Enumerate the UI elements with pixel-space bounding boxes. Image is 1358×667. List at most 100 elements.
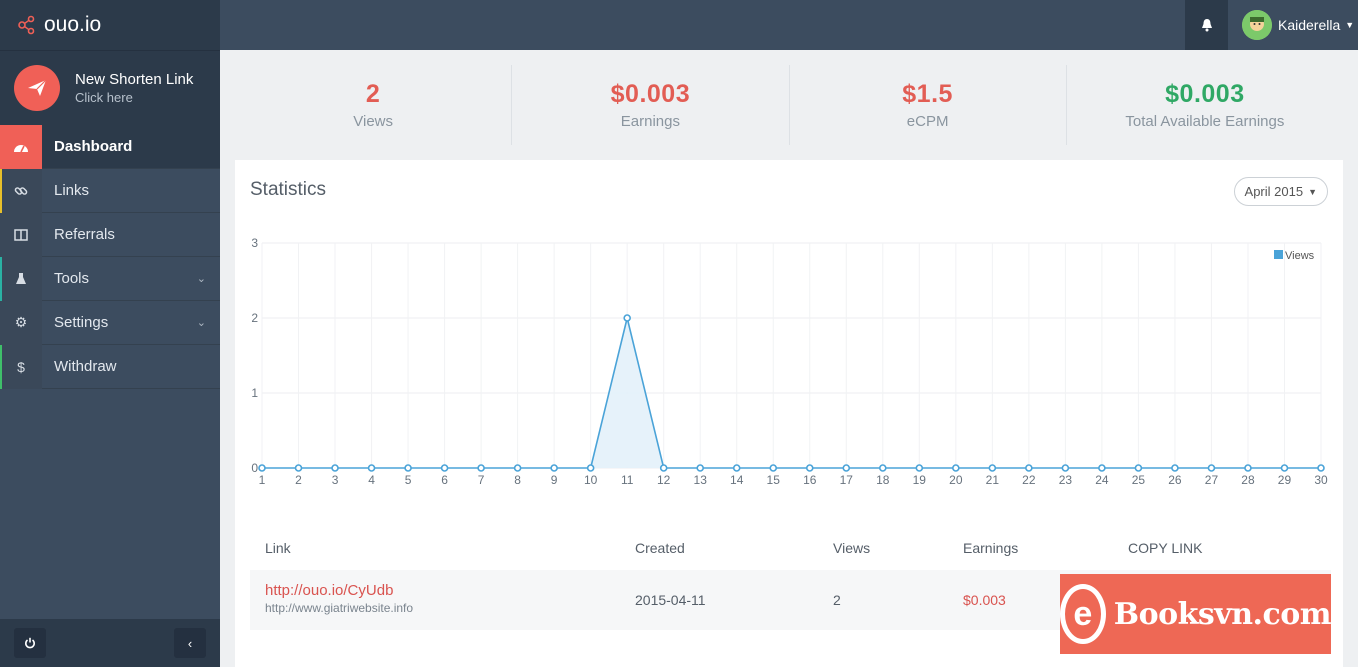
avatar [1242, 10, 1272, 40]
x-tick-label: 5 [405, 473, 412, 487]
views-point [331, 464, 339, 472]
user-menu[interactable]: Kaiderella ▼ [1242, 10, 1354, 40]
views-point [1134, 464, 1143, 472]
paper-plane-icon [14, 65, 60, 111]
legend-label: Views [1285, 250, 1315, 262]
new-shorten-link-button[interactable]: New Shorten Link Click here [0, 50, 220, 125]
y-tick-label: 1 [251, 386, 258, 400]
stats-row: 2 Views $0.003 Earnings $1.5 eCPM $0.003… [235, 65, 1343, 145]
booksvn-text: Booksvn.com [1113, 596, 1332, 632]
stat-label: eCPM [906, 113, 949, 130]
views-point [915, 464, 924, 472]
x-tick-label: 27 [1205, 473, 1219, 487]
stat-label: Earnings [620, 113, 680, 130]
views-point [1098, 464, 1106, 472]
views-point [1061, 464, 1070, 472]
views-point [1171, 464, 1179, 472]
views-point [513, 464, 522, 472]
flask-icon [0, 256, 42, 301]
views-count: 2 [833, 592, 841, 608]
col-views: Views [833, 540, 871, 556]
views-point [623, 314, 631, 322]
sidebar-item-label: Withdraw [54, 358, 117, 375]
x-tick-label: 10 [584, 473, 598, 487]
x-tick-label: 29 [1278, 473, 1292, 487]
table-header: Link Created Views Earnings COPY LINK [250, 530, 1331, 570]
columns-icon [0, 212, 42, 257]
stat-value: $0.003 [1165, 80, 1245, 108]
x-tick-label: 18 [876, 473, 890, 487]
collapse-sidebar-icon[interactable]: ‹ [174, 628, 206, 658]
views-point [732, 464, 741, 472]
x-tick-label: 4 [368, 473, 375, 487]
x-tick-label: 11 [621, 473, 634, 487]
x-tick-label: 13 [694, 473, 708, 487]
x-tick-label: 22 [1022, 473, 1036, 487]
views-point [988, 464, 997, 472]
stat-total-available: $0.003 Total Available Earnings [1067, 65, 1343, 145]
sidebar-item-links[interactable]: Links [0, 168, 220, 213]
sidebar-item-settings[interactable]: ⚙ Settings ⌄ [0, 300, 220, 345]
stat-label: Views [353, 113, 393, 130]
views-point [769, 464, 778, 472]
x-tick-label: 25 [1132, 473, 1146, 487]
col-earnings: Earnings [963, 540, 1019, 556]
views-point [659, 464, 668, 472]
sidebar-item-accent [0, 345, 2, 389]
stat-value: $1.5 [902, 80, 953, 108]
stat-earnings: $0.003 Earnings [512, 65, 790, 145]
sidebar-item-accent [0, 257, 2, 301]
short-link[interactable]: http://ouo.io/CyUdb [265, 582, 413, 599]
views-point [1280, 464, 1289, 472]
views-point [586, 464, 595, 472]
sidebar: ouo.io New Shorten Link Click here Dashb… [0, 0, 220, 667]
views-point [1207, 464, 1216, 472]
sidebar-item-referrals[interactable]: Referrals [0, 212, 220, 257]
views-point [477, 464, 485, 472]
brand[interactable]: ouo.io [0, 0, 220, 50]
power-icon[interactable] [14, 628, 46, 658]
x-tick-label: 7 [478, 473, 485, 487]
dashboard-icon [0, 124, 42, 169]
views-point [440, 464, 449, 472]
views-point [1317, 464, 1325, 472]
sidebar-item-withdraw[interactable]: $ Withdraw [0, 344, 220, 389]
sidebar-item-accent [0, 169, 2, 213]
stat-value: 2 [365, 80, 381, 108]
original-url: http://www.giatriwebsite.info [265, 601, 414, 615]
gear-icon: ⚙ [0, 300, 42, 345]
bell-icon[interactable] [1185, 0, 1228, 50]
views-point [842, 464, 851, 472]
username: Kaiderella [1278, 17, 1341, 33]
x-tick-label: 8 [514, 473, 521, 487]
views-point [294, 464, 303, 472]
x-tick-label: 3 [332, 473, 339, 487]
views-point [258, 464, 266, 472]
y-tick-label: 0 [251, 461, 258, 475]
created-date: 2015-04-11 [635, 592, 706, 608]
sidebar-footer: ‹ [0, 619, 220, 667]
x-tick-label: 15 [767, 473, 781, 487]
x-tick-label: 14 [730, 473, 744, 487]
legend-swatch [1274, 250, 1283, 259]
col-link: Link [265, 540, 291, 556]
x-tick-label: 9 [551, 473, 558, 487]
booksvn-logo-mark: e [1060, 584, 1106, 644]
x-tick-label: 23 [1059, 473, 1073, 487]
x-tick-label: 24 [1095, 473, 1109, 487]
dollar-icon: $ [0, 344, 42, 389]
views-point [404, 464, 412, 472]
earnings-value: $0.003 [963, 592, 1006, 608]
stat-views: 2 Views [235, 65, 513, 145]
views-point [550, 464, 558, 472]
col-copy-link: COPY LINK [1128, 540, 1203, 556]
x-tick-label: 16 [803, 473, 817, 487]
sidebar-item-tools[interactable]: Tools ⌄ [0, 256, 220, 301]
stat-label: Total Available Earnings [1125, 113, 1285, 130]
views-point [878, 464, 887, 472]
sidebar-item-dashboard[interactable]: Dashboard [0, 124, 220, 169]
caret-down-icon: ▼ [1345, 20, 1355, 30]
x-tick-label: 20 [949, 473, 963, 487]
x-tick-label: 28 [1241, 473, 1255, 487]
stat-ecpm: $1.5 eCPM [790, 65, 1067, 145]
